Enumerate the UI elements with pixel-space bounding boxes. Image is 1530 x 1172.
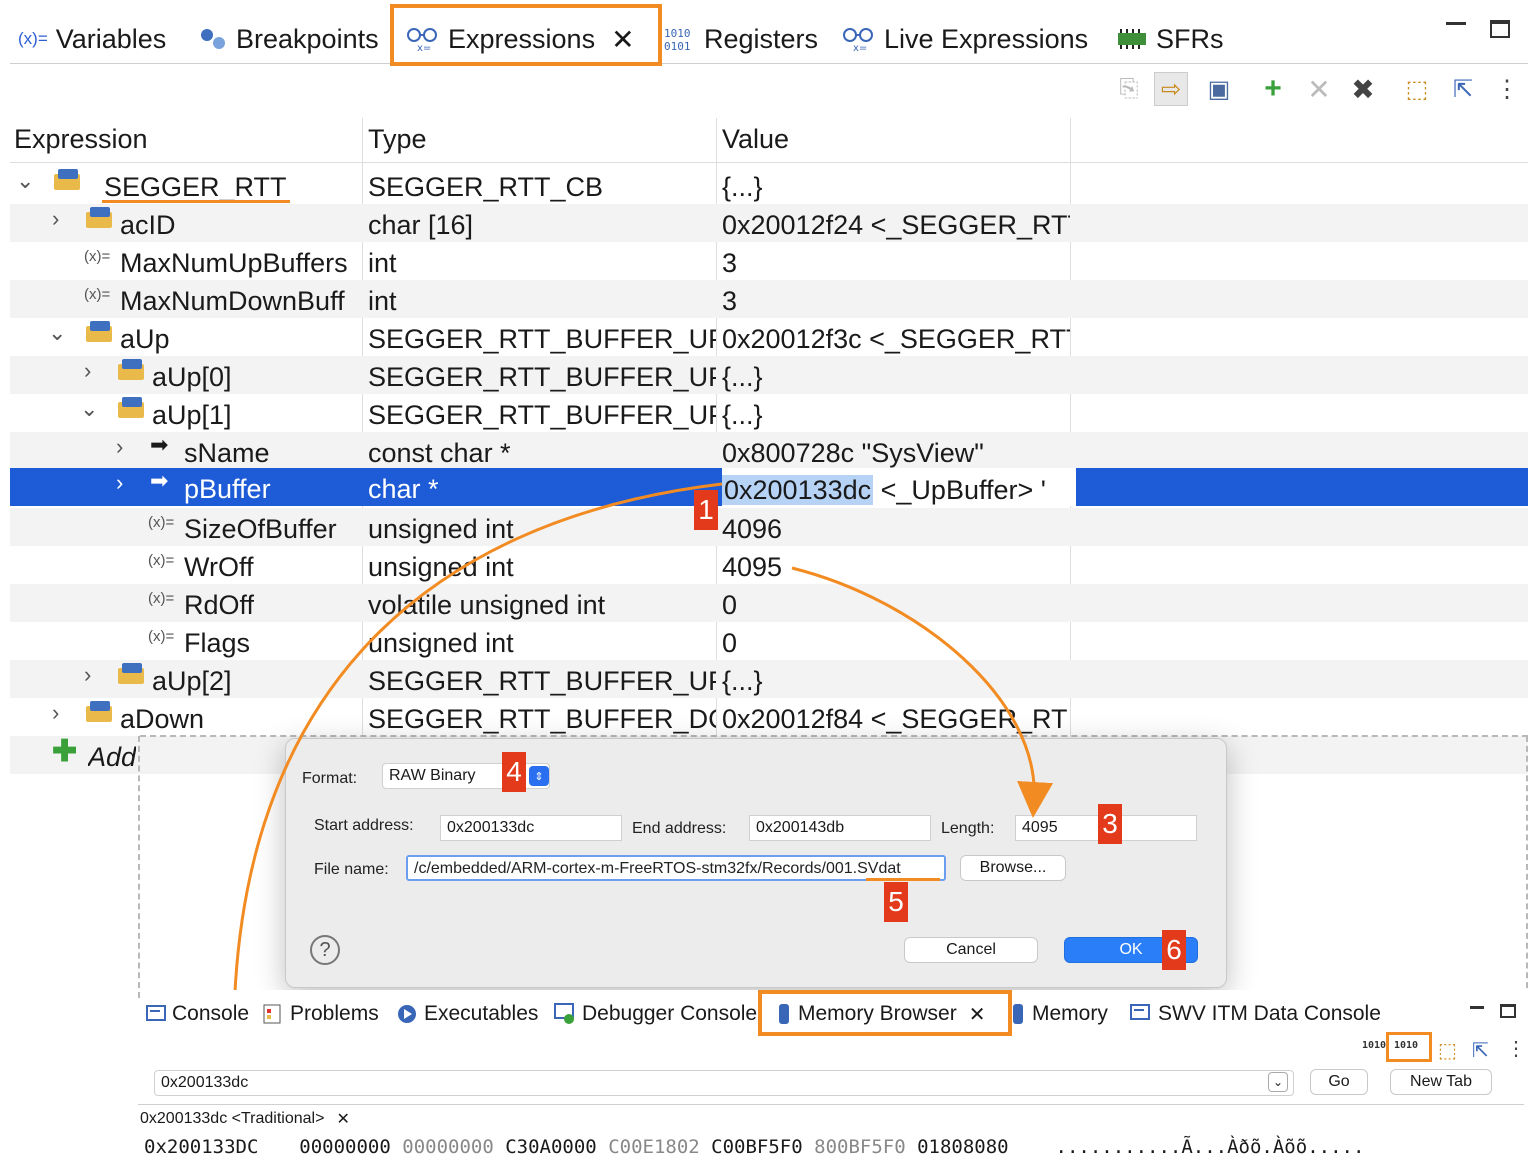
- dump-word-6: 01808080: [917, 1136, 1009, 1158]
- new-view-icon[interactable]: ⬚: [1438, 1038, 1457, 1063]
- view-menu-icon[interactable]: ⋮: [1506, 1036, 1526, 1061]
- subtab-divider: [138, 1104, 1524, 1105]
- dump-word-3: C00E1802: [608, 1136, 700, 1158]
- tab-console[interactable]: Console: [146, 998, 249, 1030]
- export-memory-icon[interactable]: 1010: [1362, 1040, 1386, 1051]
- memory-icon: [1010, 1002, 1026, 1026]
- tab-swv-itm[interactable]: SWV ITM Data Console: [1130, 998, 1381, 1030]
- tab-problems-label: Problems: [290, 1002, 379, 1025]
- dump-word-2: C30A0000: [505, 1136, 597, 1158]
- tab-memory[interactable]: Memory: [1010, 998, 1108, 1030]
- dump-ascii: ...........Ã...Àðõ.Àõõ.....: [1055, 1136, 1365, 1158]
- dump-word-0: 00000000: [299, 1136, 391, 1158]
- problems-icon: [262, 1004, 284, 1024]
- tab-executables-label: Executables: [424, 1002, 539, 1025]
- tab-executables[interactable]: Executables: [396, 998, 538, 1030]
- tab-problems[interactable]: Problems: [262, 998, 379, 1030]
- debugger-console-icon: [554, 1003, 576, 1025]
- dump-address: 0x200133DC: [144, 1136, 259, 1158]
- swv-console-icon: [1130, 1004, 1152, 1024]
- rendering-tab-label: 0x200133dc <Traditional>: [140, 1110, 325, 1127]
- executables-icon: [396, 1003, 418, 1025]
- memory-browser-tab-highlight: [758, 990, 1012, 1036]
- dump-word-4: C00BF5F0: [711, 1136, 803, 1158]
- close-icon[interactable]: ✕: [336, 1109, 349, 1129]
- dump-word-1: 00000000: [402, 1136, 494, 1158]
- new-tab-button[interactable]: New Tab: [1390, 1069, 1492, 1095]
- rendering-tab[interactable]: 0x200133dc <Traditional> ✕: [140, 1106, 350, 1132]
- tab-debugger-console[interactable]: Debugger Console: [554, 998, 757, 1030]
- dump-word-5: 800BF5F0: [814, 1136, 906, 1158]
- console-icon: [146, 1005, 166, 1023]
- tab-console-label: Console: [172, 1002, 250, 1025]
- minimize-icon[interactable]: [1470, 1006, 1484, 1009]
- memory-dump-row: 0x200133DC 00000000 00000000 C30A0000 C0…: [144, 1136, 1364, 1158]
- tab-debugger-console-label: Debugger Console: [582, 1002, 758, 1025]
- tab-memory-label: Memory: [1032, 1002, 1108, 1025]
- go-button[interactable]: Go: [1310, 1069, 1368, 1095]
- tab-swv-itm-label: SWV ITM Data Console: [1158, 1002, 1381, 1025]
- maximize-icon[interactable]: [1500, 1004, 1516, 1018]
- arrow-pbuffer-to-address: [215, 482, 723, 1078]
- arrow-wroff-to-length: [791, 566, 1054, 818]
- memory-address-input[interactable]: 0x200133dc: [154, 1070, 1294, 1096]
- export-button-highlight: [1386, 1032, 1432, 1062]
- pin-view-icon[interactable]: ⇱: [1472, 1038, 1489, 1063]
- chevron-down-icon[interactable]: ⌄: [1268, 1072, 1288, 1092]
